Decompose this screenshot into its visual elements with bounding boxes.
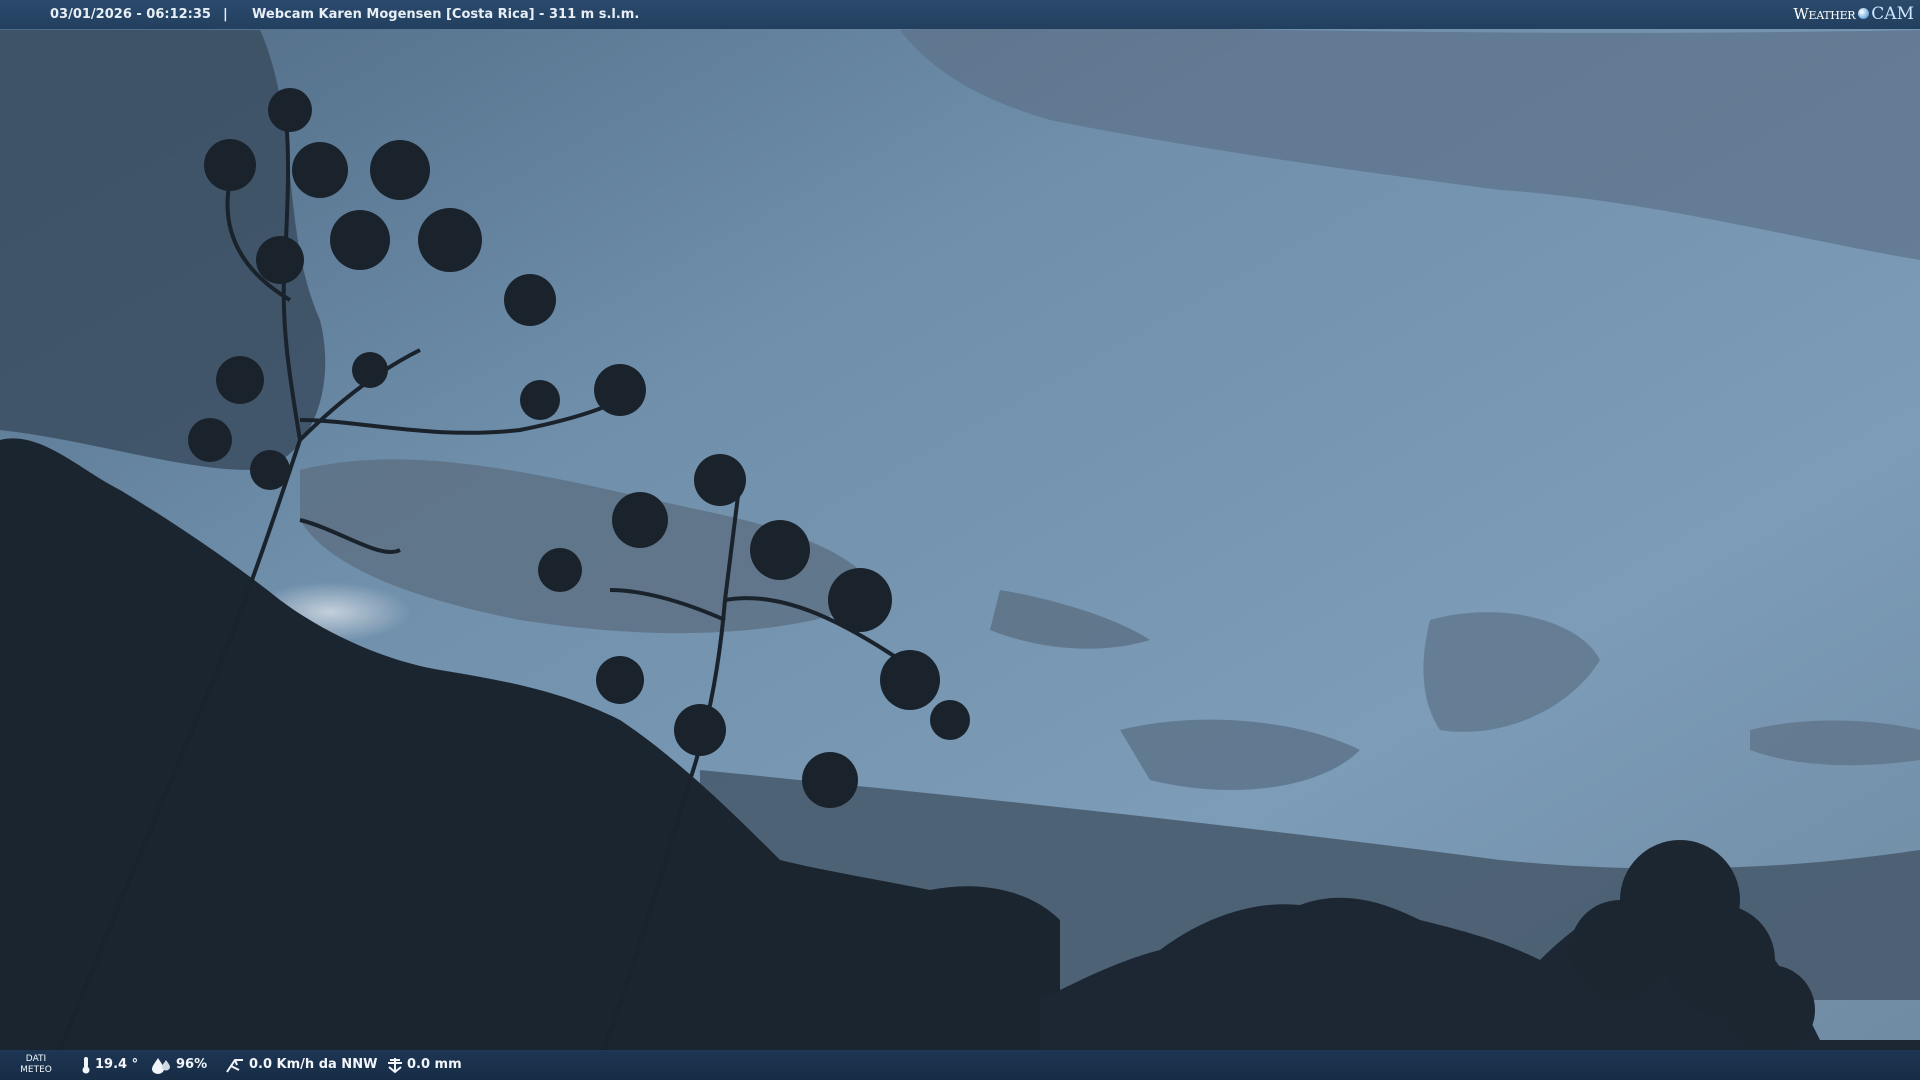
weathercam-logo[interactable]: Weather CAM [1793, 0, 1914, 29]
logo-word-cam: CAM [1871, 4, 1914, 24]
header-separator: | [223, 7, 228, 22]
humidity-drop-icon [152, 1058, 170, 1074]
weather-data-bar: DATI METEO 19.4 ° 96% 0.0 Km/h da NNW 0.… [0, 1050, 1920, 1080]
wind-icon [226, 1059, 243, 1073]
webcam-image [0, 0, 1920, 1080]
logo-word-weather: Weather [1793, 5, 1856, 23]
meteo-data-label[interactable]: DATI METEO [20, 1054, 52, 1076]
header-bar: 03/01/2026 - 06:12:35 | Webcam Karen Mog… [0, 0, 1920, 29]
wind-reading: 0.0 Km/h da NNW [225, 1050, 378, 1080]
temperature-value: 19.4 ° [95, 1057, 139, 1072]
humidity-value: 96% [176, 1057, 208, 1072]
humidity-reading: 96% [152, 1050, 212, 1080]
temperature-reading: 19.4 ° [80, 1050, 150, 1080]
rain-reading: 0.0 mm [385, 1050, 475, 1080]
timestamp: 03/01/2026 - 06:12:35 [50, 7, 211, 22]
wind-value: 0.0 Km/h da NNW [249, 1057, 378, 1072]
logo-globe-icon [1858, 8, 1870, 19]
thermometer-icon [82, 1057, 90, 1074]
webcam-title: Webcam Karen Mogensen [Costa Rica] - 311… [252, 7, 640, 22]
webcam-frame: 03/01/2026 - 06:12:35 | Webcam Karen Mog… [0, 0, 1920, 1080]
rain-value: 0.0 mm [407, 1057, 462, 1072]
rain-gauge-icon [388, 1058, 402, 1074]
